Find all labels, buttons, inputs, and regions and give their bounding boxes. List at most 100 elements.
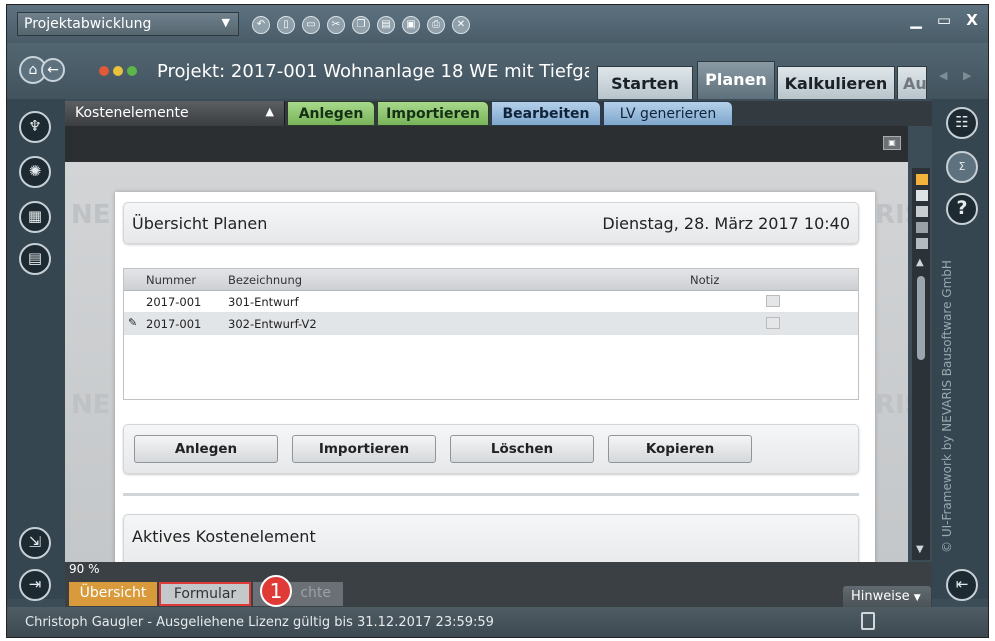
loeschen-button[interactable]: Löschen: [450, 435, 594, 463]
triangle-up-icon: ▲: [265, 105, 274, 118]
anlegen-button[interactable]: Anlegen: [134, 435, 278, 463]
status-bar: Christoph Gaugler - Ausgeliehene Lizenz …: [7, 607, 988, 637]
callout-badge: 1: [260, 575, 292, 607]
active-cost-element-section: Aktives Kostenelement: [123, 514, 859, 562]
tab-starten[interactable]: Starten: [597, 66, 693, 99]
kostenelemente-label: Kostenelemente: [75, 105, 189, 121]
edit-pencil-icon: ✎: [128, 316, 138, 329]
hinweise-dropdown[interactable]: Hinweise ▼: [843, 586, 931, 607]
screen-mode-icon[interactable]: ▣: [883, 136, 901, 150]
note-icon[interactable]: [766, 295, 780, 307]
ribbon-bar: Kostenelemente ▲ Anlegen Importieren Bea…: [65, 101, 932, 126]
layout-row-icon[interactable]: [916, 190, 928, 201]
table-row-selected[interactable]: ✎ 2017-001 302-Entwurf-V2: [124, 313, 858, 335]
action-bar: Anlegen Importieren Löschen Kopieren: [123, 424, 859, 474]
ribbon-lv-generieren-button[interactable]: LV generieren: [603, 101, 733, 126]
cell-nummer: 2017-001: [146, 295, 202, 309]
application-window: Projektabwicklung ▼ ↶ ▯ ▭ ✂ ❐ ▤ ▣ ⎙ ✕ ▁ …: [6, 4, 989, 638]
content-area: ▣ NE NE RIS RIS Übersicht Planen Diensta…: [65, 126, 908, 562]
status-text: Christoph Gaugler - Ausgeliehene Lizenz …: [25, 615, 494, 630]
ribbon-importieren-button[interactable]: Importieren: [377, 101, 489, 126]
grid-header: Nummer Bezeichnung Notiz: [124, 269, 858, 291]
right-sidebar: ☷ Σ ? © UI-Framework by NEVARIS Bausoftw…: [932, 99, 988, 601]
watermark-right-bottom: RIS: [875, 390, 908, 420]
status-dot-green: [127, 66, 137, 76]
panel-title: Übersicht Planen: [132, 214, 268, 233]
kopieren-button[interactable]: Kopieren: [608, 435, 752, 463]
app-selector-dropdown[interactable]: Projektabwicklung ▼: [17, 12, 239, 36]
import-icon[interactable]: ⇥: [19, 569, 51, 601]
app-selector-label: Projektabwicklung: [24, 16, 152, 32]
tab-scroll-right-icon[interactable]: ▶: [963, 69, 971, 82]
tab-uebersicht[interactable]: Übersicht: [69, 582, 157, 606]
workspace-canvas: NE NE RIS RIS Übersicht Planen Dienstag,…: [65, 162, 908, 562]
hinweise-label: Hinweise: [851, 589, 910, 604]
left-sidebar: ♆ ✺ ▦ ▤ ⇲ ⇥: [7, 99, 65, 601]
importieren-button[interactable]: Importieren: [292, 435, 436, 463]
column-nummer[interactable]: Nummer: [146, 273, 196, 287]
minimize-button[interactable]: ▁: [903, 11, 929, 29]
calculator-icon[interactable]: ▦: [19, 201, 51, 233]
copy-icon[interactable]: ❐: [352, 16, 370, 34]
export-icon[interactable]: ⇲: [19, 527, 51, 559]
ribbon-bearbeiten-button[interactable]: Bearbeiten: [491, 101, 601, 126]
cell-nummer: 2017-001: [146, 317, 202, 331]
watermark-left-top: NE: [71, 200, 111, 230]
zoom-level[interactable]: 90 %: [69, 562, 100, 576]
table-row[interactable]: 2017-001 301-Entwurf: [124, 291, 858, 313]
status-dot-red: [99, 66, 109, 76]
paste-icon[interactable]: ▤: [377, 16, 395, 34]
vertical-scrollbar[interactable]: ▲ ▼: [912, 168, 930, 560]
navigation-bar: ⌂ ← Projekt: 2017-001 Wohnanlage 18 WE m…: [7, 43, 988, 99]
close-button[interactable]: X: [959, 11, 985, 29]
undo-icon[interactable]: ↶: [252, 16, 270, 34]
tab-planen[interactable]: Planen: [697, 61, 775, 99]
scroll-up-icon[interactable]: ▲: [916, 257, 924, 268]
new-document-icon[interactable]: ▯: [277, 16, 295, 34]
tab-kalkulieren[interactable]: Kalkulieren: [777, 66, 895, 99]
kostenelemente-dropdown[interactable]: Kostenelemente ▲: [65, 101, 285, 126]
column-bezeichnung[interactable]: Bezeichnung: [228, 273, 302, 287]
data-grid: Nummer Bezeichnung Notiz 2017-001 301-En…: [123, 268, 859, 400]
scroll-thumb[interactable]: [917, 276, 925, 360]
project-title: Projekt: 2017-001 Wohnanlage 18 WE mit T…: [157, 61, 589, 82]
watermark-left-bottom: NE: [71, 390, 111, 420]
scroll-down-icon[interactable]: ▼: [916, 544, 924, 555]
save-icon[interactable]: ▣: [402, 16, 420, 34]
print-icon[interactable]: ⎙: [427, 16, 445, 34]
cell-bezeichnung: 301-Entwurf: [228, 295, 299, 309]
loading-spinner-icon[interactable]: ✺: [19, 156, 51, 188]
column-notiz[interactable]: Notiz: [690, 273, 719, 287]
back-arrow-icon[interactable]: ←: [41, 58, 65, 82]
status-dot-yellow: [113, 66, 123, 76]
ribbon-anlegen-button[interactable]: Anlegen: [287, 101, 375, 126]
maximize-button[interactable]: ▭: [931, 11, 957, 29]
uebersicht-panel: Übersicht Planen Dienstag, 28. März 2017…: [115, 192, 875, 562]
layout-split-icon[interactable]: [916, 222, 928, 233]
content-toolbar: ▣: [65, 126, 908, 162]
chevron-down-icon: ▼: [221, 16, 230, 29]
tab-auswerten[interactable]: Au: [897, 66, 927, 99]
bottom-tab-bar: 90 % Übersicht Formular chte 1 Hinweise …: [65, 562, 932, 607]
layout-grid-icon[interactable]: [916, 238, 928, 249]
close-document-icon[interactable]: ✕: [452, 16, 470, 34]
panel-toggle-icon[interactable]: ⇤: [946, 569, 978, 601]
cell-bezeichnung: 302-Entwurf-V2: [228, 317, 317, 331]
plug-icon[interactable]: ♆: [19, 111, 51, 143]
title-bar: Projektabwicklung ▼ ↶ ▯ ▭ ✂ ❐ ▤ ▣ ⎙ ✕ ▁ …: [7, 5, 988, 43]
color-swatch-icon[interactable]: [916, 174, 928, 185]
date-time: Dienstag, 28. März 2017 10:40: [602, 214, 850, 233]
section-title: Aktives Kostenelement: [132, 527, 316, 546]
cut-icon[interactable]: ✂: [327, 16, 345, 34]
note-icon[interactable]: [766, 317, 780, 329]
divider: [123, 493, 859, 496]
window-layout-icon[interactable]: ▤: [19, 243, 51, 275]
tab-scroll-left-icon[interactable]: ◀: [939, 69, 947, 82]
clipboard-icon[interactable]: [861, 612, 875, 630]
open-folder-icon[interactable]: ▭: [302, 16, 320, 34]
watermark-right-top: RIS: [875, 200, 908, 230]
chevron-down-icon: ▼: [913, 593, 921, 603]
panel-header: Übersicht Planen Dienstag, 28. März 2017…: [123, 202, 859, 244]
tab-formular[interactable]: Formular: [159, 582, 251, 606]
layout-column-icon[interactable]: [916, 206, 928, 217]
